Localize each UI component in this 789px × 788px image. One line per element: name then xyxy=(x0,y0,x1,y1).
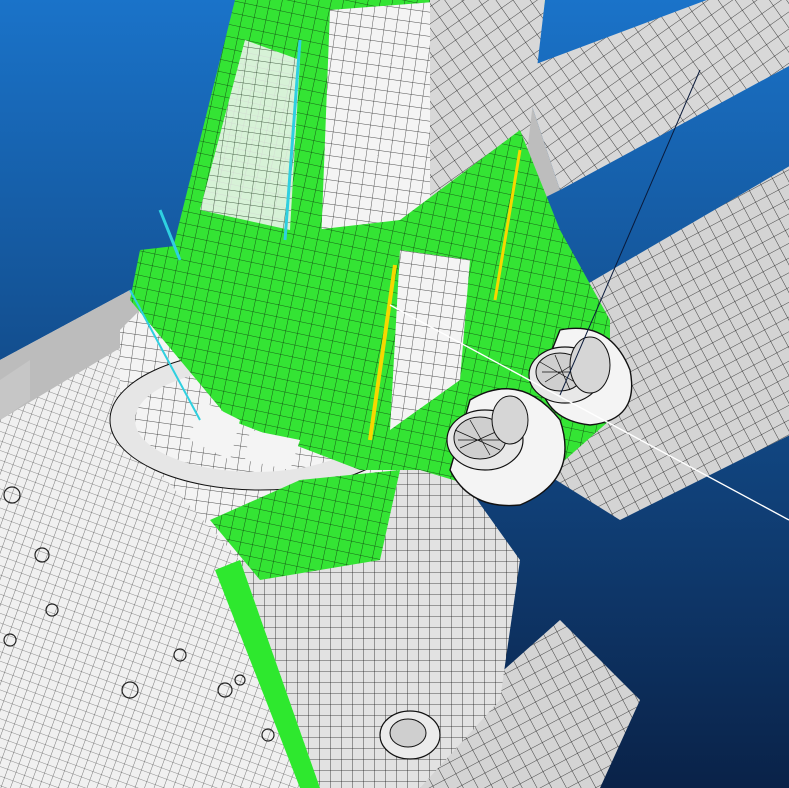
fea-viewport[interactable] xyxy=(0,0,789,788)
lower-boss xyxy=(379,710,441,760)
fea-mesh-scene xyxy=(0,0,789,788)
